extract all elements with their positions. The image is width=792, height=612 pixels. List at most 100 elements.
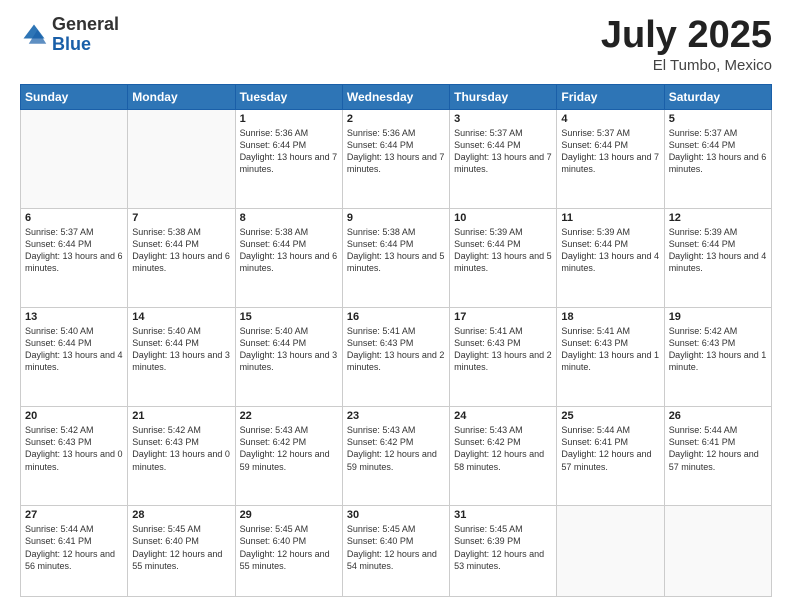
calendar-cell: 7 Sunrise: 5:38 AM Sunset: 6:44 PM Daylig…	[128, 208, 235, 307]
cell-info: Sunrise: 5:37 AM Sunset: 6:44 PM Dayligh…	[454, 127, 552, 176]
cell-info: Sunrise: 5:45 AM Sunset: 6:40 PM Dayligh…	[347, 523, 445, 572]
logo: General Blue	[20, 15, 119, 55]
cell-info: Sunrise: 5:45 AM Sunset: 6:40 PM Dayligh…	[240, 523, 338, 572]
calendar-cell: 21 Sunrise: 5:42 AM Sunset: 6:43 PM Dayli…	[128, 407, 235, 506]
calendar-cell: 19 Sunrise: 5:42 AM Sunset: 6:43 PM Dayli…	[664, 308, 771, 407]
day-number: 7	[132, 212, 230, 224]
day-number: 5	[669, 113, 767, 125]
cell-info: Sunrise: 5:36 AM Sunset: 6:44 PM Dayligh…	[347, 127, 445, 176]
cell-info: Sunrise: 5:38 AM Sunset: 6:44 PM Dayligh…	[347, 226, 445, 275]
day-number: 26	[669, 410, 767, 422]
cell-info: Sunrise: 5:43 AM Sunset: 6:42 PM Dayligh…	[347, 424, 445, 473]
calendar-cell: 31Sunrise: 5:45 AM Sunset: 6:39 PM Dayli…	[450, 506, 557, 597]
logo-icon	[20, 21, 48, 49]
day-number: 17	[454, 311, 552, 323]
cell-info: Sunrise: 5:37 AM Sunset: 6:44 PM Dayligh…	[561, 127, 659, 176]
cell-info: Sunrise: 5:41 AM Sunset: 6:43 PM Dayligh…	[347, 325, 445, 374]
day-number: 27	[25, 509, 123, 521]
day-number: 21	[132, 410, 230, 422]
day-number: 24	[454, 410, 552, 422]
day-number: 1	[240, 113, 338, 125]
cell-info: Sunrise: 5:40 AM Sunset: 6:44 PM Dayligh…	[25, 325, 123, 374]
day-number: 19	[669, 311, 767, 323]
day-number: 31	[454, 509, 552, 521]
logo-general-text: General	[52, 14, 119, 34]
day-number: 10	[454, 212, 552, 224]
calendar-table: SundayMondayTuesdayWednesdayThursdayFrid…	[20, 84, 772, 597]
day-number: 30	[347, 509, 445, 521]
calendar-cell: 3 Sunrise: 5:37 AM Sunset: 6:44 PM Daylig…	[450, 109, 557, 208]
calendar-cell: 22Sunrise: 5:43 AM Sunset: 6:42 PM Dayli…	[235, 407, 342, 506]
cell-info: Sunrise: 5:39 AM Sunset: 6:44 PM Dayligh…	[669, 226, 767, 275]
calendar-cell: 25 Sunrise: 5:44 AM Sunset: 6:41 PM Dayli…	[557, 407, 664, 506]
cell-info: Sunrise: 5:40 AM Sunset: 6:44 PM Dayligh…	[132, 325, 230, 374]
day-number: 11	[561, 212, 659, 224]
day-number: 14	[132, 311, 230, 323]
calendar-cell: 1 Sunrise: 5:36 AM Sunset: 6:44 PM Daylig…	[235, 109, 342, 208]
day-number: 18	[561, 311, 659, 323]
cell-info: Sunrise: 5:42 AM Sunset: 6:43 PM Dayligh…	[669, 325, 767, 374]
calendar-cell	[21, 109, 128, 208]
calendar-cell: 6 Sunrise: 5:37 AM Sunset: 6:44 PM Daylig…	[21, 208, 128, 307]
calendar-cell	[128, 109, 235, 208]
calendar-cell: 13 Sunrise: 5:40 AM Sunset: 6:44 PM Dayli…	[21, 308, 128, 407]
calendar-cell: 4 Sunrise: 5:37 AM Sunset: 6:44 PM Daylig…	[557, 109, 664, 208]
calendar-cell: 12 Sunrise: 5:39 AM Sunset: 6:44 PM Dayli…	[664, 208, 771, 307]
cell-info: Sunrise: 5:37 AM Sunset: 6:44 PM Dayligh…	[25, 226, 123, 275]
calendar-cell: 23 Sunrise: 5:43 AM Sunset: 6:42 PM Dayli…	[342, 407, 449, 506]
calendar-cell: 16 Sunrise: 5:41 AM Sunset: 6:43 PM Dayli…	[342, 308, 449, 407]
cell-info: Sunrise: 5:42 AM Sunset: 6:43 PM Dayligh…	[25, 424, 123, 473]
calendar-cell: 26 Sunrise: 5:44 AM Sunset: 6:41 PM Dayli…	[664, 407, 771, 506]
calendar-cell: 14 Sunrise: 5:40 AM Sunset: 6:44 PM Dayli…	[128, 308, 235, 407]
cell-info: Sunrise: 5:44 AM Sunset: 6:41 PM Dayligh…	[561, 424, 659, 473]
day-number: 8	[240, 212, 338, 224]
cell-info: Sunrise: 5:45 AM Sunset: 6:40 PM Dayligh…	[132, 523, 230, 572]
calendar-cell: 8 Sunrise: 5:38 AM Sunset: 6:44 PM Daylig…	[235, 208, 342, 307]
day-number: 22	[240, 410, 338, 422]
weekday-header-friday: Friday	[557, 84, 664, 109]
week-row-4: 20Sunrise: 5:42 AM Sunset: 6:43 PM Dayli…	[21, 407, 772, 506]
day-number: 13	[25, 311, 123, 323]
calendar-cell: 17Sunrise: 5:41 AM Sunset: 6:43 PM Dayli…	[450, 308, 557, 407]
title-block: July 2025 El Tumbo, Mexico	[601, 15, 772, 74]
calendar-cell: 18 Sunrise: 5:41 AM Sunset: 6:43 PM Dayli…	[557, 308, 664, 407]
day-number: 12	[669, 212, 767, 224]
cell-info: Sunrise: 5:37 AM Sunset: 6:44 PM Dayligh…	[669, 127, 767, 176]
week-row-3: 13 Sunrise: 5:40 AM Sunset: 6:44 PM Dayli…	[21, 308, 772, 407]
weekday-header-saturday: Saturday	[664, 84, 771, 109]
cell-info: Sunrise: 5:36 AM Sunset: 6:44 PM Dayligh…	[240, 127, 338, 176]
calendar-cell: 24 Sunrise: 5:43 AM Sunset: 6:42 PM Dayli…	[450, 407, 557, 506]
day-number: 15	[240, 311, 338, 323]
page: General Blue July 2025 El Tumbo, Mexico …	[0, 0, 792, 612]
cell-info: Sunrise: 5:38 AM Sunset: 6:44 PM Dayligh…	[240, 226, 338, 275]
week-row-2: 6 Sunrise: 5:37 AM Sunset: 6:44 PM Daylig…	[21, 208, 772, 307]
calendar-cell: 30 Sunrise: 5:45 AM Sunset: 6:40 PM Dayli…	[342, 506, 449, 597]
location: El Tumbo, Mexico	[601, 57, 772, 74]
cell-info: Sunrise: 5:40 AM Sunset: 6:44 PM Dayligh…	[240, 325, 338, 374]
weekday-header-sunday: Sunday	[21, 84, 128, 109]
day-number: 3	[454, 113, 552, 125]
weekday-header-thursday: Thursday	[450, 84, 557, 109]
calendar-cell: 10 Sunrise: 5:39 AM Sunset: 6:44 PM Dayli…	[450, 208, 557, 307]
day-number: 4	[561, 113, 659, 125]
calendar-cell: 5 Sunrise: 5:37 AM Sunset: 6:44 PM Daylig…	[664, 109, 771, 208]
week-row-5: 27 Sunrise: 5:44 AM Sunset: 6:41 PM Dayli…	[21, 506, 772, 597]
month-title: July 2025	[601, 15, 772, 57]
day-number: 6	[25, 212, 123, 224]
cell-info: Sunrise: 5:39 AM Sunset: 6:44 PM Dayligh…	[454, 226, 552, 275]
cell-info: Sunrise: 5:39 AM Sunset: 6:44 PM Dayligh…	[561, 226, 659, 275]
day-number: 16	[347, 311, 445, 323]
cell-info: Sunrise: 5:41 AM Sunset: 6:43 PM Dayligh…	[561, 325, 659, 374]
cell-info: Sunrise: 5:42 AM Sunset: 6:43 PM Dayligh…	[132, 424, 230, 473]
day-number: 2	[347, 113, 445, 125]
cell-info: Sunrise: 5:43 AM Sunset: 6:42 PM Dayligh…	[454, 424, 552, 473]
weekday-header-wednesday: Wednesday	[342, 84, 449, 109]
calendar-cell: 2 Sunrise: 5:36 AM Sunset: 6:44 PM Daylig…	[342, 109, 449, 208]
day-number: 25	[561, 410, 659, 422]
cell-info: Sunrise: 5:44 AM Sunset: 6:41 PM Dayligh…	[25, 523, 123, 572]
calendar-cell: 28Sunrise: 5:45 AM Sunset: 6:40 PM Dayli…	[128, 506, 235, 597]
cell-info: Sunrise: 5:44 AM Sunset: 6:41 PM Dayligh…	[669, 424, 767, 473]
cell-info: Sunrise: 5:38 AM Sunset: 6:44 PM Dayligh…	[132, 226, 230, 275]
weekday-header-tuesday: Tuesday	[235, 84, 342, 109]
day-number: 23	[347, 410, 445, 422]
